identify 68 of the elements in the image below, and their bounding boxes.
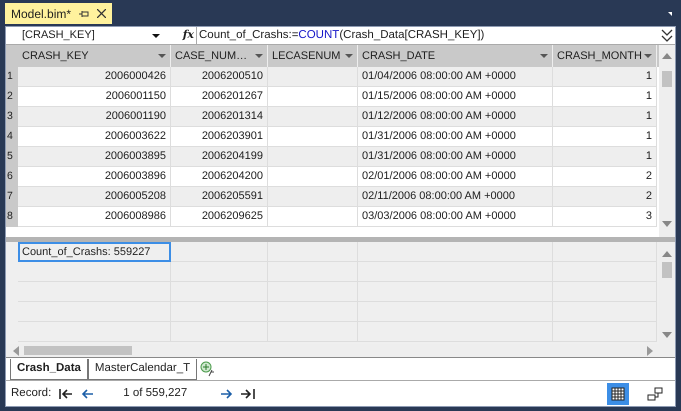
header-text: LECASENUM — [272, 48, 340, 64]
table-cell: 2 — [553, 187, 657, 207]
dropdown-icon[interactable] — [152, 34, 160, 38]
fx-label: fx — [181, 27, 195, 44]
scroll-thumb[interactable] — [662, 71, 672, 87]
scroll-right-icon[interactable] — [647, 346, 653, 356]
grid-icon — [611, 386, 625, 400]
add-measure-icon[interactable] — [200, 361, 216, 377]
table-cell: 2006209625 — [171, 207, 268, 227]
horizontal-scrollbar[interactable] — [6, 344, 675, 357]
header-text: CRASH_MONTH — [557, 48, 642, 64]
header-text: CRASH_DATE — [362, 48, 436, 64]
diagram-view-icon[interactable] — [647, 386, 663, 400]
row-number[interactable]: 7 — [6, 187, 18, 207]
table-cell: 1 — [553, 147, 657, 167]
table-cell: 01/12/2006 08:00:00 AM +0000 — [358, 107, 553, 127]
table-cell: 3 — [553, 207, 657, 227]
scroll-thumb[interactable] — [662, 262, 672, 278]
vertical-scrollbar[interactable] — [659, 45, 675, 237]
column-selector[interactable]: [CRASH_KEY] — [6, 27, 166, 44]
table-cell: 1 — [553, 67, 657, 87]
first-record-icon[interactable] — [59, 388, 74, 398]
table-cell: 2006003895 — [18, 147, 171, 167]
table-cell: 2006001190 — [18, 107, 171, 127]
formula-field[interactable]: Count_of_Crashs:=COUNT(Crash_Data[CRASH_KEY]) — [196, 27, 659, 44]
scroll-left-icon[interactable] — [13, 346, 19, 356]
last-record-icon[interactable] — [241, 388, 256, 398]
table-cell: 2006201314 — [171, 107, 268, 127]
table-cell: 03/03/2006 08:00:00 AM +0000 — [358, 207, 553, 227]
scroll-thumb[interactable] — [24, 346, 132, 355]
table-cell: 01/04/2006 08:00:00 AM +0000 — [358, 67, 553, 87]
row-number[interactable]: 4 — [6, 127, 18, 147]
scroll-down-icon[interactable] — [662, 221, 672, 227]
row-number[interactable]: 6 — [6, 167, 18, 187]
table-cell: 1 — [553, 107, 657, 127]
document-tab[interactable]: Model.bim* — [5, 3, 112, 24]
scroll-down-icon[interactable] — [662, 332, 672, 338]
row-number[interactable]: 3 — [6, 107, 18, 127]
vertical-scrollbar[interactable] — [659, 242, 675, 344]
table-cell: 2006205591 — [171, 187, 268, 207]
row-number[interactable]: 5 — [6, 147, 18, 167]
table-cell: 2006000426 — [18, 67, 171, 87]
pin-icon[interactable] — [79, 10, 90, 18]
row-number[interactable]: 8 — [6, 207, 18, 227]
grid-view-button[interactable] — [607, 382, 629, 404]
table-cell: 2006200510 — [171, 67, 268, 87]
header-text: CRASH_KEY — [22, 48, 89, 64]
record-position: 1 of 559,227 — [123, 386, 188, 401]
sheet-tab[interactable]: Crash_Data — [10, 358, 88, 380]
header-text: CASE_NUM… — [175, 48, 248, 64]
table-cell: 02/11/2006 08:00:00 AM +0000 — [358, 187, 553, 207]
table-cell: 01/31/2006 08:00:00 AM +0000 — [358, 147, 553, 167]
table-cell: 2006204199 — [171, 147, 268, 167]
previous-record-icon[interactable] — [81, 388, 94, 398]
table-cell: 2006008986 — [18, 207, 171, 227]
table-cell: 2006005208 — [18, 187, 171, 207]
selector-text: [CRASH_KEY] — [22, 28, 95, 44]
scroll-up-icon[interactable] — [662, 53, 672, 59]
measure-cell[interactable]: Count_of_Crashs: 559227 — [18, 242, 171, 262]
sheet-tab[interactable]: MasterCalendar_T — [88, 358, 198, 380]
record-label: Record: — [11, 386, 52, 401]
row-number[interactable]: 2 — [6, 87, 18, 107]
close-icon[interactable] — [97, 9, 106, 18]
tab-title: Model.bim* — [11, 6, 72, 22]
next-record-icon[interactable] — [221, 388, 234, 398]
scroll-up-icon[interactable] — [662, 251, 672, 257]
row-number[interactable]: 1 — [6, 67, 18, 87]
expand-icon[interactable] — [661, 28, 673, 42]
